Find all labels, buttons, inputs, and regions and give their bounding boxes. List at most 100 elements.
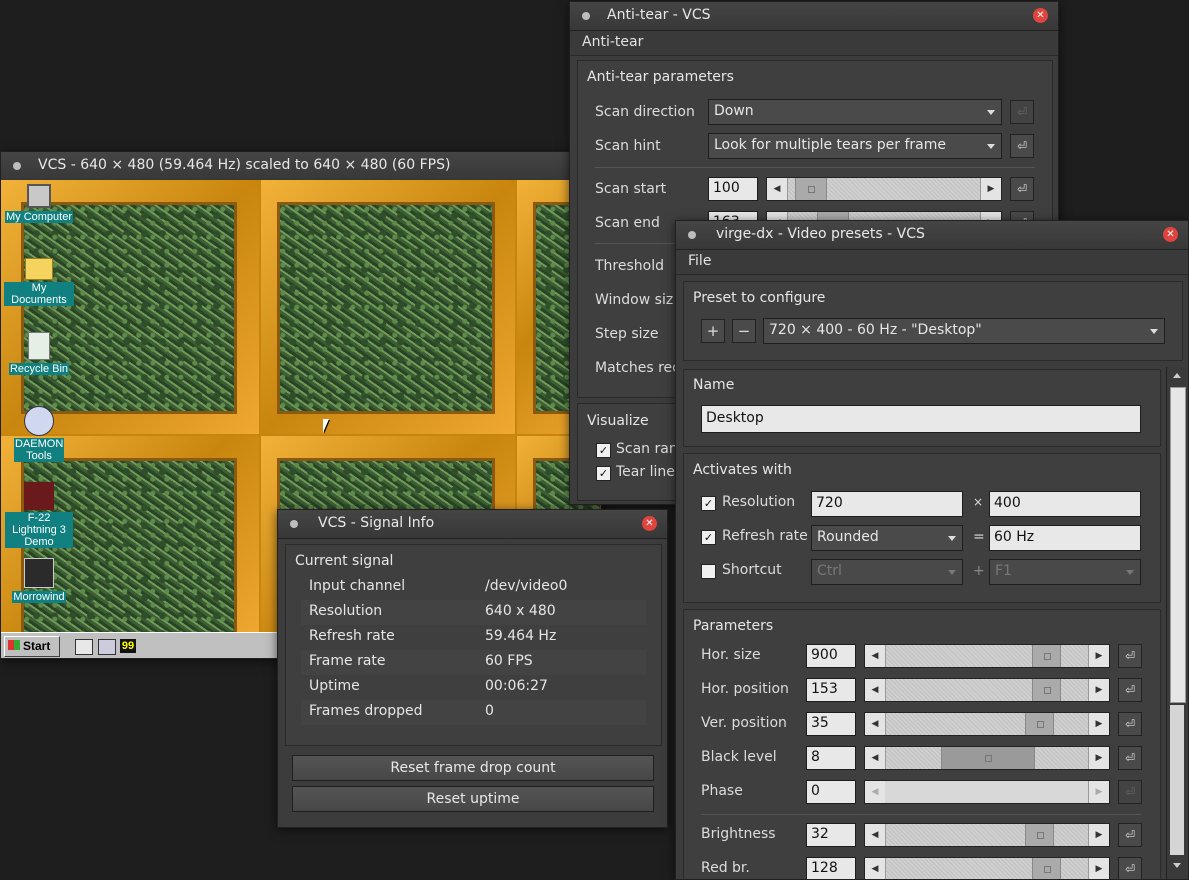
add-preset-button[interactable]: + [701,319,725,343]
scroll-down-icon[interactable] [1173,863,1181,868]
scan-range-checkbox[interactable]: ✓ [596,443,611,458]
slider-thumb[interactable] [1032,679,1061,701]
scan-direction-select[interactable]: Down [708,99,1002,125]
apply-icon[interactable]: ⏎ [1118,712,1142,736]
slider-left-arrow-icon[interactable]: ◀ [865,645,886,667]
slider-left-arrow-icon[interactable]: ◀ [865,713,886,735]
apply-icon[interactable]: ⏎ [1118,746,1142,770]
slider-thumb[interactable] [1032,645,1061,667]
refresh-mode-select[interactable]: Rounded [811,525,963,551]
scan-start-slider[interactable]: ◀ ▶ [766,177,1002,201]
scan-start-field[interactable]: 100 [708,177,758,201]
scroll-track[interactable] [1170,705,1184,855]
close-icon[interactable]: ✕ [642,516,657,531]
param-slider[interactable]: ◀ ▶ [864,678,1110,702]
quick-launch-ie-icon[interactable] [75,639,93,655]
param-slider[interactable]: ◀ ▶ [864,746,1110,770]
slider-right-arrow-icon[interactable]: ▶ [1088,713,1109,735]
param-value-field[interactable]: 35 [806,712,856,736]
menu-file[interactable]: File [676,250,723,272]
reset-frame-drop-button[interactable]: Reset frame drop count [292,755,654,781]
window-menu-dot-icon[interactable] [688,231,696,239]
param-slider[interactable]: ◀ ▶ [864,712,1110,736]
tear-line-checkbox[interactable]: ✓ [596,466,611,481]
desktop-icon-my-computer[interactable]: My Computer [4,184,74,224]
group-title: Anti-tear parameters [587,69,734,85]
scan-hint-select[interactable]: Look for multiple tears per frame [708,133,1002,159]
shortcut-checkbox[interactable] [701,564,716,579]
apply-icon[interactable]: ⏎ [1118,823,1142,847]
param-value-field[interactable]: 8 [806,746,856,770]
shortcut-key-select[interactable]: F1 [989,559,1141,585]
param-value-field[interactable]: 153 [806,678,856,702]
window-menu-dot-icon[interactable] [13,162,21,170]
slider-right-arrow-icon[interactable]: ▶ [1088,824,1109,846]
tree-tile [21,202,237,414]
shortcut-modifier-select[interactable]: Ctrl [811,559,963,585]
tray-app-icon[interactable]: 99 [120,639,136,653]
preset-select[interactable]: 720 × 400 - 60 Hz - "Desktop" [763,318,1165,344]
slider-thumb[interactable] [941,747,1035,769]
slider-thumb[interactable] [1025,824,1054,846]
slider-left-arrow-icon[interactable]: ◀ [865,858,886,879]
presets-scrollbar[interactable] [1166,367,1188,879]
apply-icon[interactable]: ⏎ [1118,644,1142,668]
slider-left-arrow-icon[interactable]: ◀ [865,824,886,846]
slider-right-arrow-icon[interactable]: ▶ [980,178,1001,200]
refresh-rate-field[interactable]: 60 Hz [989,525,1141,551]
menu-anti-tear[interactable]: Anti-tear [570,31,655,53]
signal-row-value: 60 FPS [485,653,533,669]
quick-launch-desktop-icon[interactable] [98,639,116,655]
slider-left-arrow-icon[interactable]: ◀ [767,178,788,200]
scroll-up-icon[interactable] [1173,373,1181,378]
window-menu-dot-icon[interactable] [582,12,590,20]
chevron-down-icon [948,536,956,541]
desktop-icon-morrowind[interactable]: Morrowind [4,558,74,604]
apply-icon[interactable]: ⏎ [1010,177,1034,201]
param-value-field[interactable]: 0 [806,780,856,804]
reset-uptime-button[interactable]: Reset uptime [292,786,654,812]
apply-icon[interactable]: ⏎ [1010,100,1034,124]
slider-thumb[interactable] [1025,713,1054,735]
resolution-height-field[interactable]: 400 [989,491,1141,517]
window-menu-dot-icon[interactable] [290,520,298,528]
param-slider[interactable]: ◀ ▶ [864,823,1110,847]
close-icon[interactable]: ✕ [1163,227,1178,242]
refresh-rate-checkbox[interactable]: ✓ [701,530,716,545]
apply-icon[interactable]: ⏎ [1010,134,1034,158]
slider-thumb[interactable] [1032,858,1061,879]
resolution-width-field[interactable]: 720 [811,491,963,517]
apply-icon[interactable]: ⏎ [1118,780,1142,804]
desktop-icon-recycle-bin[interactable]: Recycle Bin [4,332,74,376]
slider-right-arrow-icon[interactable]: ▶ [1088,781,1109,803]
desktop-icon-my-documents[interactable]: My Documents [4,258,74,307]
resolution-checkbox[interactable]: ✓ [701,496,716,511]
slider-right-arrow-icon[interactable]: ▶ [1088,645,1109,667]
param-slider[interactable]: ◀ ▶ [864,644,1110,668]
apply-icon[interactable]: ⏎ [1118,857,1142,879]
desktop-icon-f22-demo[interactable]: F-22 Lightning 3 Demo [4,482,74,549]
param-value-field[interactable]: 32 [806,823,856,847]
capture-titlebar[interactable]: VCS - 640 × 480 (59.464 Hz) scaled to 64… [1,152,601,181]
presets-titlebar[interactable]: virge-dx - Video presets - VCS ✕ [676,221,1188,250]
slider-left-arrow-icon[interactable]: ◀ [865,747,886,769]
signal-info-titlebar[interactable]: VCS - Signal Info ✕ [278,510,667,539]
start-button[interactable]: Start [4,636,60,657]
slider-left-arrow-icon[interactable]: ◀ [865,781,886,803]
param-value-field[interactable]: 128 [806,857,856,879]
desktop-icon-daemon-tools[interactable]: DAEMON Tools [4,406,74,463]
slider-right-arrow-icon[interactable]: ▶ [1088,747,1109,769]
anti-tear-titlebar[interactable]: Anti-tear - VCS ✕ [570,2,1058,31]
slider-right-arrow-icon[interactable]: ▶ [1088,858,1109,879]
remove-preset-button[interactable]: − [732,319,756,343]
param-value-field[interactable]: 900 [806,644,856,668]
preset-name-field[interactable]: Desktop [701,405,1141,433]
scroll-thumb[interactable] [1170,387,1186,703]
param-slider[interactable]: ◀ ▶ [864,780,1110,804]
slider-left-arrow-icon[interactable]: ◀ [865,679,886,701]
apply-icon[interactable]: ⏎ [1118,678,1142,702]
close-icon[interactable]: ✕ [1033,8,1048,23]
slider-thumb[interactable] [795,178,827,200]
slider-right-arrow-icon[interactable]: ▶ [1088,679,1109,701]
param-slider[interactable]: ◀ ▶ [864,857,1110,879]
